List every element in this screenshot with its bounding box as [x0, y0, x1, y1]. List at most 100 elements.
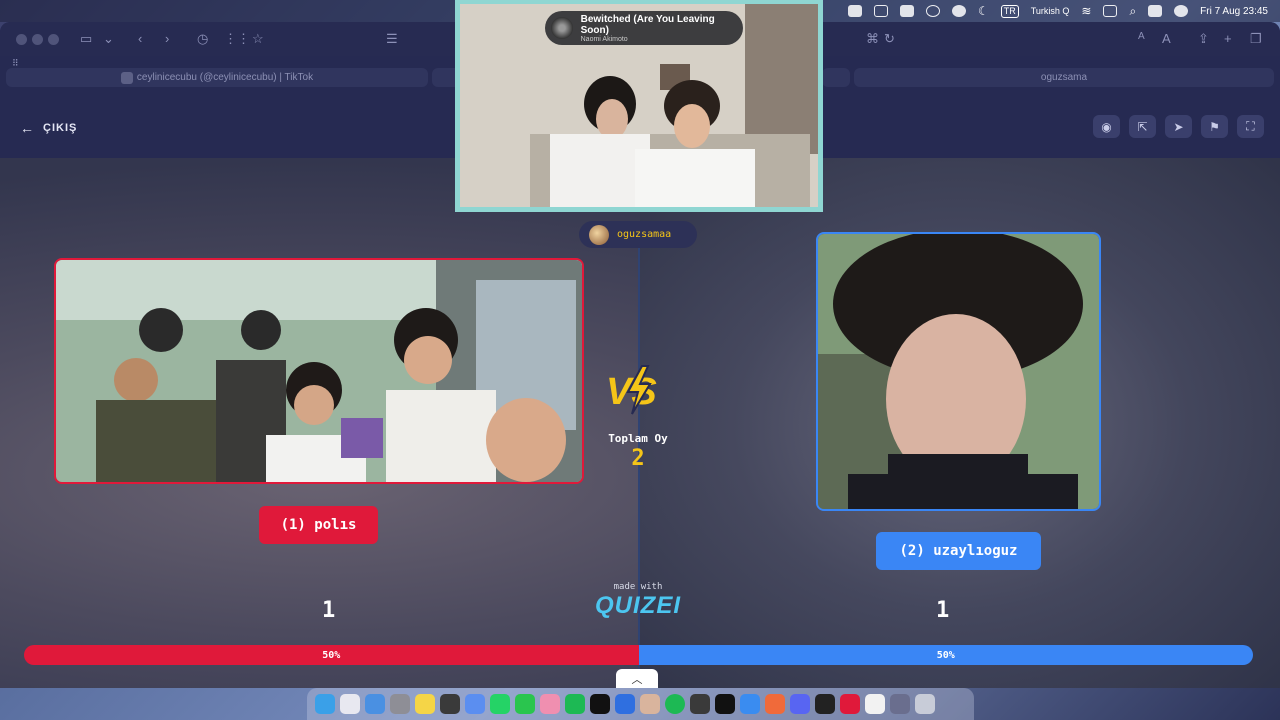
option-photo-left[interactable] [54, 258, 584, 484]
album-art [551, 17, 573, 39]
app-green-icon[interactable] [565, 694, 585, 714]
send-icon[interactable]: ➤ [1165, 115, 1192, 138]
chevron-down-icon[interactable]: ⌄ [103, 31, 114, 47]
battery-icon[interactable] [1103, 5, 1118, 17]
finder-icon[interactable] [315, 694, 335, 714]
fullscreen-icon[interactable]: ⛶ [1237, 115, 1264, 138]
pip-video[interactable]: Bewitched (Are You Leaving Soon) Naomi A… [455, 0, 823, 212]
song-title: Bewitched (Are You Leaving Soon) [580, 13, 715, 36]
exit-label: ÇIKIŞ [43, 122, 78, 134]
option-photo-right[interactable] [816, 232, 1101, 511]
kick-icon[interactable] [515, 694, 535, 714]
text-smaller-icon[interactable]: A [1138, 31, 1145, 42]
total-votes-value: 2 [631, 446, 645, 471]
progress-left: 50% [24, 645, 639, 665]
chatgpt-icon[interactable] [690, 694, 710, 714]
vote-count-right: 1 [936, 598, 950, 623]
sidebar-icon[interactable]: ▭ [80, 31, 92, 47]
tab-oguzsama-label: oguzsama [1040, 72, 1088, 83]
app-dark-icon[interactable] [590, 694, 610, 714]
files-icon[interactable] [465, 694, 485, 714]
status-icon-b[interactable] [873, 5, 888, 17]
tab-tiktok[interactable]: ceylinicecubu (@ceylinicecubu) | TikTok [6, 68, 428, 87]
creator-chip[interactable]: oguzsamaa [579, 221, 697, 248]
vote-progress-bar: 50% 50% [24, 645, 1253, 665]
share-icon[interactable]: ⇪ [1198, 31, 1209, 47]
status-icon-a[interactable] [847, 5, 862, 17]
tab-overview-icon[interactable]: ❐ [1250, 31, 1262, 47]
progress-right: 50% [638, 645, 1253, 665]
dock [307, 688, 974, 720]
control-center-icon[interactable] [1148, 5, 1163, 17]
reader-icon[interactable]: ☰ [386, 31, 398, 47]
grid-icon[interactable]: ⋮⋮ [224, 31, 250, 47]
zoom-window-button[interactable] [48, 34, 59, 45]
siri-icon[interactable] [1174, 5, 1189, 17]
total-votes-label: Toplam Oy [608, 432, 668, 445]
tab-hidden[interactable] [822, 68, 850, 87]
vote-button-left[interactable]: (1) polıs [259, 506, 378, 544]
whatsapp-icon[interactable] [490, 694, 510, 714]
clock[interactable]: Fri 7 Aug 23:45 [1200, 6, 1268, 17]
moon-icon[interactable]: ☾ [978, 4, 989, 18]
notes-icon[interactable] [415, 694, 435, 714]
menu-bar-status: ☾ TR Turkish Q ≋ ⌕ Fri 7 Aug 23:45 [847, 0, 1268, 22]
reload-icon[interactable]: ↻ [884, 31, 895, 47]
app-red-icon[interactable] [840, 694, 860, 714]
launchpad-icon[interactable] [340, 694, 360, 714]
now-playing-pill[interactable]: Bewitched (Are You Leaving Soon) Naomi A… [545, 11, 743, 45]
exit-button[interactable]: ← ÇIKIŞ [20, 120, 77, 136]
share-icon[interactable]: ⇱ [1129, 115, 1156, 138]
avatar [589, 224, 609, 245]
status-icon-c[interactable] [899, 5, 914, 17]
tab-oguzsama[interactable]: oguzsama [854, 68, 1274, 87]
discord-icon[interactable] [790, 694, 810, 714]
spotify-icon[interactable] [665, 694, 685, 714]
bookmark-star-icon[interactable]: ☆ [252, 31, 264, 47]
airdrop-icon[interactable] [925, 5, 940, 17]
document-icon[interactable] [865, 694, 885, 714]
tab-tiktok-label: ceylinicecubu (@ceylinicecubu) | TikTok [136, 72, 314, 83]
creator-name: oguzsamaa [617, 229, 672, 240]
new-tab-icon[interactable]: + [1224, 31, 1232, 46]
chevron-up-icon[interactable]: ︿ [616, 669, 658, 688]
close-window-button[interactable] [16, 34, 27, 45]
now-playing-text: Bewitched (Are You Leaving Soon) Naomi A… [581, 14, 743, 43]
app-orange-icon[interactable] [765, 694, 785, 714]
progress-right-label: 50% [936, 649, 955, 661]
mail-icon[interactable] [365, 694, 385, 714]
terminal-icon[interactable] [815, 694, 835, 714]
eye-icon[interactable]: ◉ [1093, 115, 1120, 138]
input-source-label: Turkish Q [1030, 6, 1070, 16]
forward-icon[interactable]: › [165, 31, 169, 46]
tiktok-icon [120, 71, 133, 84]
app-avatar-icon[interactable] [640, 694, 660, 714]
song-artist: Naomi Akimoto [580, 35, 628, 43]
alien-photo [818, 234, 1099, 509]
police-photo [56, 260, 582, 482]
translate-icon[interactable]: ⌘ [866, 31, 879, 47]
progress-left-label: 50% [322, 649, 341, 661]
vote-count-left: 1 [322, 598, 336, 623]
flag-icon[interactable]: ⚑ [1201, 115, 1228, 138]
app-blue-icon[interactable] [615, 694, 635, 714]
capcut-icon[interactable] [715, 694, 735, 714]
settings-icon[interactable] [390, 694, 410, 714]
minimize-window-button[interactable] [32, 34, 43, 45]
play-icon[interactable] [951, 5, 966, 17]
trash-icon[interactable] [915, 694, 935, 714]
safari-icon[interactable] [740, 694, 760, 714]
text-larger-icon[interactable]: A [1162, 31, 1171, 46]
history-icon[interactable]: ◷ [197, 31, 208, 47]
vote-button-right[interactable]: (2) uzaylıoguz [876, 532, 1041, 570]
pip-video-frame: Bewitched (Are You Leaving Soon) Naomi A… [460, 4, 818, 207]
photos-icon[interactable] [540, 694, 560, 714]
made-with-label: made with [613, 582, 663, 592]
calculator-icon[interactable] [440, 694, 460, 714]
search-icon[interactable]: ⌕ [1129, 4, 1136, 19]
input-source-badge[interactable]: TR [1000, 4, 1019, 18]
wifi-icon[interactable]: ≋ [1081, 4, 1091, 18]
folder-icon[interactable] [890, 694, 910, 714]
brand-logo[interactable]: QUIZEI [588, 592, 688, 620]
back-icon[interactable]: ‹ [138, 31, 142, 46]
